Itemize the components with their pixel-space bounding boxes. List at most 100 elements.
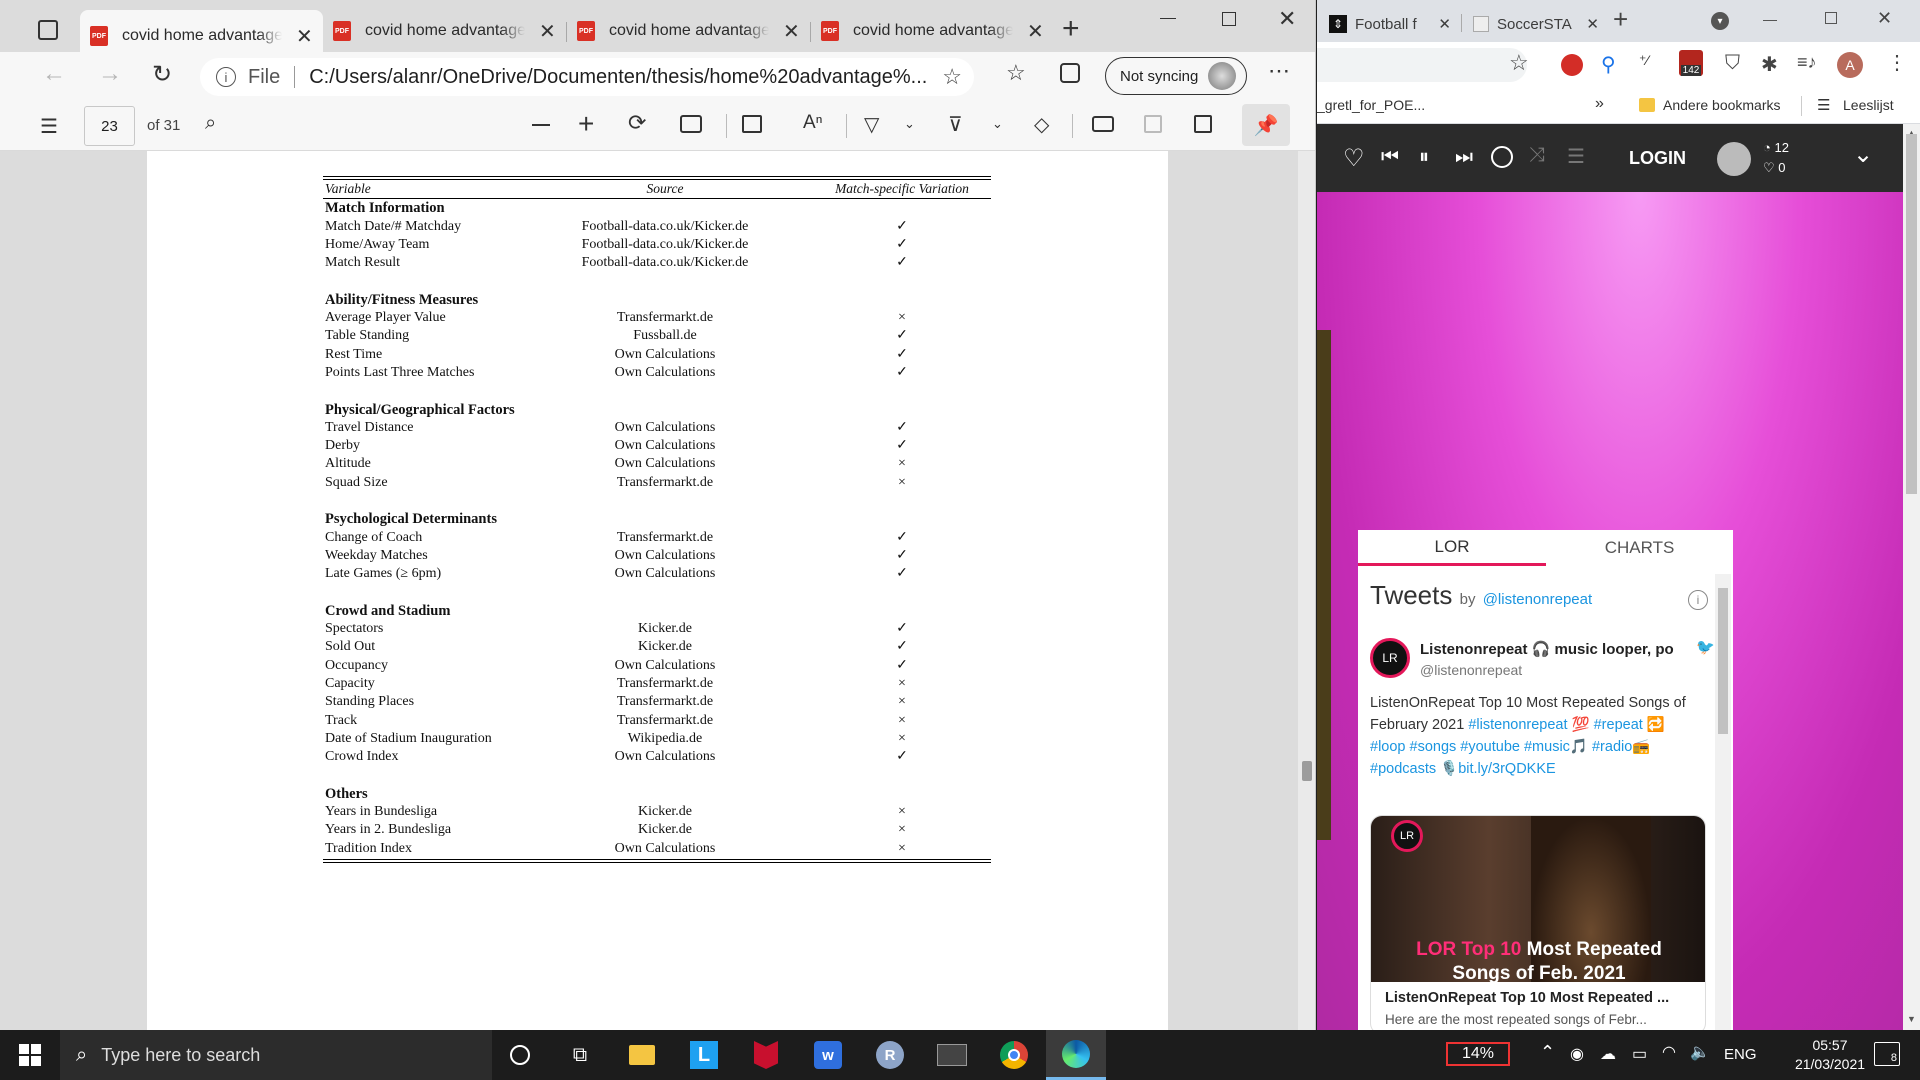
task-view-icon[interactable]: ⧉ bbox=[550, 1030, 610, 1080]
minimize-icon[interactable] bbox=[1160, 18, 1176, 19]
chrome-icon[interactable] bbox=[984, 1030, 1044, 1080]
chrome-address-bar[interactable]: ☆ ⚲ ⁺⁄ 142 ⛉ ✱ ≡♪ A ⋮ bbox=[1317, 42, 1920, 88]
draw-icon[interactable]: ▽ bbox=[864, 112, 879, 137]
tweet-author[interactable]: Listenonrepeat 🎧 music looper, po bbox=[1420, 640, 1690, 658]
close-icon[interactable]: ✕ bbox=[296, 24, 313, 49]
close-icon[interactable]: ✕ bbox=[1027, 19, 1044, 44]
scrollbar-thumb[interactable] bbox=[1906, 134, 1917, 494]
info-icon[interactable]: i bbox=[1688, 590, 1708, 610]
bookmark-reading[interactable]: Leeslijst bbox=[1843, 97, 1894, 113]
edge-taskbar-icon[interactable] bbox=[1046, 1030, 1106, 1080]
media-control-icon[interactable]: ≡♪ bbox=[1797, 52, 1817, 73]
page-number-input[interactable]: 23 bbox=[84, 106, 135, 146]
pin-extension-icon[interactable]: ⚲ bbox=[1601, 52, 1616, 77]
erase-icon[interactable]: ◇ bbox=[1034, 112, 1049, 137]
volume-icon[interactable]: 🔈 bbox=[1690, 1042, 1710, 1062]
chevron-down-icon[interactable]: ⌄ bbox=[992, 116, 1003, 132]
close-icon[interactable]: ✕ bbox=[1586, 15, 1599, 33]
chrome-scrollbar[interactable]: ▲ ▼ bbox=[1903, 124, 1920, 1030]
cortana-icon[interactable] bbox=[490, 1030, 550, 1080]
wps-icon[interactable]: w bbox=[798, 1030, 858, 1080]
add-favorite-icon[interactable]: ☆ bbox=[942, 64, 962, 90]
collections-icon[interactable] bbox=[1060, 63, 1080, 83]
info-icon[interactable]: i bbox=[216, 67, 236, 87]
back-icon[interactable]: ← bbox=[42, 60, 66, 88]
forward-icon[interactable]: → bbox=[98, 60, 122, 88]
page-view-icon[interactable] bbox=[742, 115, 762, 133]
pin-toolbar-button[interactable]: 📌 bbox=[1242, 104, 1290, 146]
tab-charts[interactable]: CHARTS bbox=[1546, 530, 1733, 566]
scrollbar-thumb[interactable] bbox=[1718, 588, 1728, 734]
fit-page-icon[interactable] bbox=[680, 115, 702, 133]
next-icon[interactable]: ⏭ bbox=[1455, 146, 1473, 169]
bookmark-star-icon[interactable]: ☆ bbox=[1509, 50, 1529, 76]
restore-icon[interactable] bbox=[1825, 12, 1837, 24]
tab-1[interactable]: PDF covid home advantage p ✕ bbox=[323, 10, 566, 52]
mcafee-icon[interactable] bbox=[736, 1030, 796, 1080]
counter-extension-icon[interactable]: 142 bbox=[1679, 50, 1703, 76]
file-explorer-icon[interactable] bbox=[612, 1030, 672, 1080]
start-button[interactable] bbox=[0, 1030, 60, 1080]
save-icon[interactable] bbox=[1144, 115, 1162, 133]
menu-icon[interactable]: ⋮ bbox=[1887, 50, 1907, 75]
rotate-icon[interactable]: ⟳ bbox=[628, 110, 646, 136]
cloud-icon[interactable]: ☁ bbox=[1600, 1044, 1616, 1064]
chrome-tab-0[interactable]: ⇕ Football f ✕ bbox=[1321, 6, 1459, 42]
avatar[interactable]: A bbox=[1837, 52, 1863, 78]
close-window-icon[interactable]: ✕ bbox=[1877, 8, 1892, 29]
queue-icon[interactable]: ☰ bbox=[1567, 144, 1585, 169]
tab-3[interactable]: PDF covid home advantage p ✕ bbox=[811, 10, 1054, 52]
maximize-icon[interactable] bbox=[1222, 12, 1236, 26]
save-as-icon[interactable] bbox=[1194, 115, 1212, 133]
highlight-icon[interactable]: ⊽ bbox=[948, 112, 963, 137]
bookmarks-overflow[interactable]: » bbox=[1595, 95, 1604, 113]
read-aloud-icon[interactable]: Aⁿ bbox=[803, 112, 823, 134]
user-avatar-icon[interactable] bbox=[1717, 142, 1751, 176]
battery-icon[interactable]: ▭ bbox=[1632, 1044, 1647, 1064]
url-field[interactable] bbox=[1317, 48, 1527, 82]
contents-icon[interactable]: ☰ bbox=[40, 114, 58, 139]
zoom-out-icon[interactable] bbox=[532, 124, 550, 126]
search-box[interactable]: ⌕ Type here to search bbox=[60, 1030, 492, 1080]
refresh-icon[interactable]: ↻ bbox=[152, 60, 172, 89]
zoom-in-icon[interactable]: + bbox=[578, 108, 594, 140]
close-icon[interactable]: ✕ bbox=[783, 19, 800, 44]
tab-actions-icon[interactable] bbox=[38, 20, 58, 40]
previous-icon[interactable]: ⏮ bbox=[1381, 146, 1399, 169]
chevron-down-icon[interactable]: ⌄ bbox=[1853, 140, 1873, 169]
tab-search-icon[interactable]: ▾ bbox=[1711, 12, 1729, 30]
terminal-icon[interactable] bbox=[922, 1030, 982, 1080]
tweet-hashtags[interactable]: #loop #songs #youtube #music🎵 #radio📻 bbox=[1370, 739, 1650, 755]
sync-button[interactable]: Not syncing bbox=[1105, 57, 1247, 95]
tab-lor[interactable]: LOR bbox=[1358, 530, 1546, 566]
scrollbar-thumb[interactable] bbox=[1302, 761, 1312, 781]
chevron-up-icon[interactable]: ⌃ bbox=[1540, 1042, 1555, 1063]
language-indicator[interactable]: ENG bbox=[1724, 1046, 1757, 1063]
close-icon[interactable]: ✕ bbox=[1438, 15, 1451, 33]
tweet-card[interactable]: LR LOR Top 10 Most Repeated Songs of Feb… bbox=[1370, 815, 1706, 1030]
close-icon[interactable]: ✕ bbox=[539, 19, 556, 44]
chevron-down-icon[interactable]: ⌄ bbox=[904, 116, 915, 132]
new-tab-icon[interactable]: + bbox=[1613, 4, 1628, 35]
notification-center-icon[interactable]: 8 bbox=[1874, 1042, 1900, 1066]
wifi-icon[interactable]: ◠ bbox=[1662, 1042, 1676, 1062]
heart-icon[interactable]: ♡ bbox=[1343, 144, 1365, 173]
tab-2[interactable]: PDF covid home advantage p ✕ bbox=[567, 10, 810, 52]
login-button[interactable]: LOGIN bbox=[1629, 148, 1686, 169]
widget-scrollbar[interactable] bbox=[1715, 574, 1731, 1030]
chrome-tab-1[interactable]: SoccerSTA ✕ bbox=[1465, 6, 1607, 42]
tweet-hashtags[interactable]: #listenonrepeat 💯 #repeat 🔁 bbox=[1468, 717, 1665, 733]
shuffle-icon[interactable]: ⤨ bbox=[1529, 144, 1545, 167]
battery-indicator[interactable]: 14% bbox=[1446, 1042, 1510, 1066]
tweet-handle[interactable]: @listenonrepeat bbox=[1420, 662, 1522, 678]
tweet-link[interactable]: 🎙️bit.ly/3rQDKKE bbox=[1440, 761, 1556, 777]
bookmark-other[interactable]: Andere bookmarks bbox=[1663, 97, 1781, 113]
search-icon[interactable]: ⌕ bbox=[205, 112, 216, 135]
print-icon[interactable] bbox=[1092, 116, 1114, 132]
tweet-avatar[interactable]: LR bbox=[1370, 638, 1410, 678]
puzzle-icon[interactable]: ✱ bbox=[1761, 52, 1778, 77]
scroll-down-icon[interactable]: ▼ bbox=[1907, 1014, 1916, 1024]
tweet-hashtags[interactable]: #podcasts bbox=[1370, 761, 1436, 777]
bookmark-partial[interactable]: _gretl_for_POE... bbox=[1317, 97, 1425, 113]
close-window-icon[interactable]: ✕ bbox=[1278, 6, 1296, 32]
